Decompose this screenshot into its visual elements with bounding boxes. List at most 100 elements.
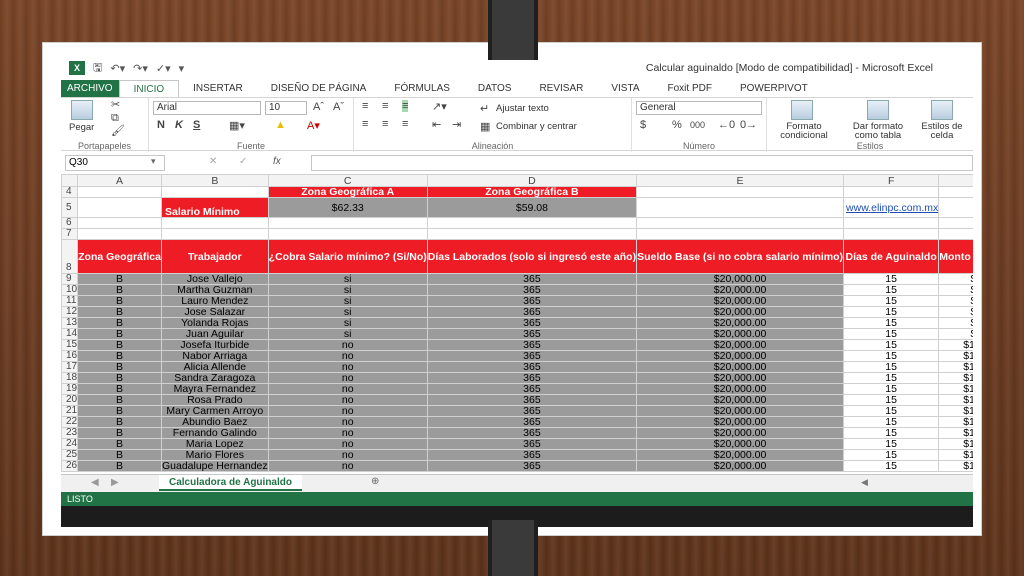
cell-monto[interactable]: $10,000.00 xyxy=(938,449,973,461)
row-header[interactable]: 25 xyxy=(61,449,79,461)
currency-button[interactable]: $ xyxy=(640,119,646,131)
confirm-entry-icon[interactable]: ✓ xyxy=(239,156,247,167)
cell-dias-aguinaldo[interactable]: 15 xyxy=(843,328,940,340)
cell-cobra[interactable]: no xyxy=(267,427,428,439)
font-color-icon[interactable]: A▾ xyxy=(307,119,320,132)
row-header[interactable]: 16 xyxy=(61,350,79,362)
row-header[interactable]: 19 xyxy=(61,383,79,395)
number-format-select[interactable]: General xyxy=(636,101,762,115)
paste-button[interactable]: Pegar xyxy=(69,122,94,133)
cell-dias-aguinaldo[interactable]: 15 xyxy=(843,361,940,373)
cell-cobra[interactable]: si xyxy=(267,328,428,340)
conditional-format-button[interactable]: Formato condicional xyxy=(771,122,837,141)
cell-cobra[interactable]: no xyxy=(267,394,428,406)
cell-trabajador[interactable]: Mary Carmen Arroyo xyxy=(160,405,269,417)
name-box-dropdown-icon[interactable]: ▾ xyxy=(151,156,156,167)
cell-monto[interactable]: $10,000.00 xyxy=(938,416,973,428)
cell[interactable] xyxy=(426,217,638,229)
cell-dias[interactable]: 365 xyxy=(426,427,638,439)
row-header[interactable]: 23 xyxy=(61,427,79,439)
cell-trabajador[interactable]: Josefa Iturbide xyxy=(160,339,269,351)
salario-minimo-label[interactable]: Salario Mínimo xyxy=(160,197,269,218)
cell-zona[interactable]: B xyxy=(77,394,162,406)
increase-decimal-icon[interactable]: ←0 xyxy=(718,119,735,131)
cell-monto[interactable]: $886.20 xyxy=(938,284,973,296)
cell-zona[interactable]: B xyxy=(77,328,162,340)
cell-sueldo[interactable]: $20,000.00 xyxy=(636,295,845,307)
cell-zona[interactable]: B xyxy=(77,427,162,439)
cell-dias[interactable]: 365 xyxy=(426,372,638,384)
row-header[interactable]: 20 xyxy=(61,394,79,406)
cell-dias[interactable]: 365 xyxy=(426,339,638,351)
cell-sueldo[interactable]: $20,000.00 xyxy=(636,328,845,340)
row-header[interactable]: 13 xyxy=(61,317,79,329)
row-header[interactable]: 17 xyxy=(61,361,79,373)
cell-zona[interactable]: B xyxy=(77,416,162,428)
cell-dias-aguinaldo[interactable]: 15 xyxy=(843,394,940,406)
formula-input[interactable] xyxy=(311,155,973,171)
column-header-a[interactable]: A xyxy=(77,174,162,187)
align-top-icon[interactable]: ≡ xyxy=(362,100,368,112)
cell-cobra[interactable]: no xyxy=(267,383,428,395)
cell-trabajador[interactable]: Martha Guzman xyxy=(160,284,269,296)
cell-trabajador[interactable]: Fernando Galindo xyxy=(160,427,269,439)
header-monto-aguinaldo[interactable]: Monto de Aguinaldo xyxy=(938,239,973,274)
row-header[interactable]: 10 xyxy=(61,284,79,296)
cell-dias[interactable]: 365 xyxy=(426,328,638,340)
fill-color-icon[interactable]: ▲ xyxy=(275,119,286,131)
underline-button[interactable]: S xyxy=(193,119,200,131)
cell-zona[interactable]: B xyxy=(77,317,162,329)
cell-dias[interactable]: 365 xyxy=(426,295,638,307)
align-bottom-icon[interactable]: ≡ xyxy=(402,100,409,112)
cell-dias-aguinaldo[interactable]: 15 xyxy=(843,427,940,439)
elinpc-link[interactable]: www.elinpc.com.mx xyxy=(843,197,940,218)
cut-icon[interactable]: ✂ xyxy=(111,98,120,111)
cell-zona[interactable]: B xyxy=(77,449,162,461)
cell-zona[interactable]: B xyxy=(77,306,162,318)
cell-styles-button[interactable]: Estilos de celda xyxy=(913,122,971,141)
cell[interactable] xyxy=(636,217,845,229)
column-header-f[interactable]: F xyxy=(843,174,940,187)
cell-cobra[interactable]: no xyxy=(267,372,428,384)
font-size-select[interactable]: 10 xyxy=(265,101,307,115)
cell-zona[interactable]: B xyxy=(77,383,162,395)
merge-center-icon[interactable]: ▦ xyxy=(480,120,490,133)
cell-trabajador[interactable]: Sandra Zaragoza xyxy=(160,372,269,384)
cell-dias-aguinaldo[interactable]: 15 xyxy=(843,339,940,351)
row-header[interactable]: 24 xyxy=(61,438,79,450)
cell[interactable] xyxy=(843,217,940,229)
cell-monto[interactable]: $886.20 xyxy=(938,306,973,318)
cell[interactable] xyxy=(160,186,269,198)
cell[interactable] xyxy=(77,186,162,198)
cell[interactable] xyxy=(636,228,845,240)
cell-sueldo[interactable]: $20,000.00 xyxy=(636,394,845,406)
column-header-d[interactable]: D xyxy=(426,174,638,187)
column-header-c[interactable]: C xyxy=(267,174,428,187)
cell[interactable] xyxy=(938,228,973,240)
cell[interactable] xyxy=(77,217,162,229)
cell-cobra[interactable]: no xyxy=(267,405,428,417)
cell-cobra[interactable]: no xyxy=(267,339,428,351)
cell-monto[interactable]: $10,000.00 xyxy=(938,427,973,439)
row-header[interactable]: 18 xyxy=(61,372,79,384)
cell-zona[interactable]: B xyxy=(77,273,162,285)
cell-styles-icon[interactable] xyxy=(931,100,953,120)
header-cobra-salario[interactable]: ¿Cobra Salario mínimo? (Si/No) xyxy=(267,239,428,274)
cell-trabajador[interactable]: Abundio Baez xyxy=(160,416,269,428)
italic-button[interactable]: K xyxy=(175,119,183,131)
tab-datos[interactable]: DATOS xyxy=(464,80,526,97)
row-header[interactable]: 12 xyxy=(61,306,79,318)
cell-cobra[interactable]: no xyxy=(267,361,428,373)
cell-cobra[interactable]: si xyxy=(267,295,428,307)
cell-cobra[interactable]: si xyxy=(267,284,428,296)
cell-sueldo[interactable]: $20,000.00 xyxy=(636,350,845,362)
row-header[interactable]: 9 xyxy=(61,273,79,285)
cell-dias[interactable]: 365 xyxy=(426,361,638,373)
cell[interactable] xyxy=(938,217,973,229)
header-dias-aguinaldo[interactable]: Días de Aguinaldo xyxy=(843,239,940,274)
wrap-text-button[interactable]: Ajustar texto xyxy=(496,103,549,114)
cell-sueldo[interactable]: $20,000.00 xyxy=(636,383,845,395)
cell[interactable] xyxy=(843,228,940,240)
cell-sueldo[interactable]: $20,000.00 xyxy=(636,405,845,417)
next-sheet-icon[interactable]: ▶ xyxy=(111,477,119,488)
